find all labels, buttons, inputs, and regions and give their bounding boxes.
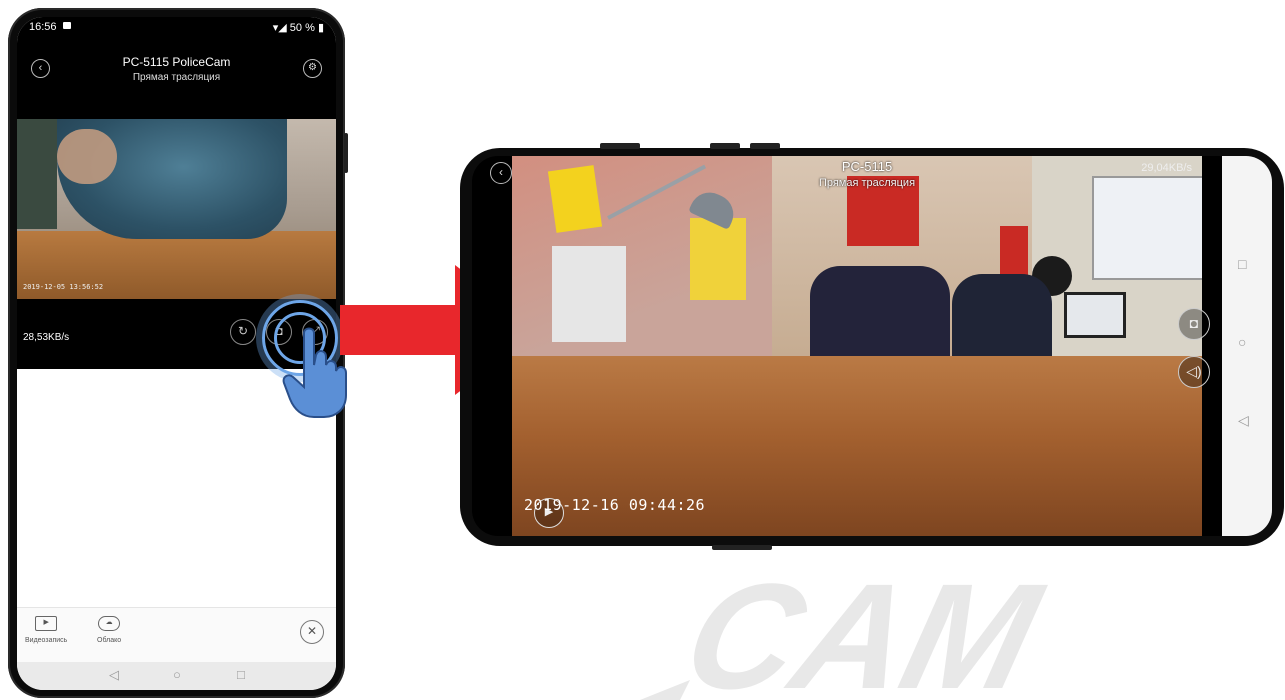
back-button[interactable]: ‹	[490, 162, 512, 184]
camera-title: PC-5115	[841, 159, 893, 174]
live-subtitle: Прямая трасляция	[132, 72, 221, 83]
video-timestamp: 2019-12-16 09:44:26	[524, 496, 706, 514]
record-label: Видеозапись	[25, 637, 68, 644]
record-button[interactable]: ▶ Видеозапись	[25, 616, 67, 644]
live-video[interactable]: 2019-12-05 13:56:52	[17, 119, 336, 299]
cloud-button[interactable]: ☁ Облако	[97, 616, 121, 644]
android-nav-bar: □ ○ ◁	[1222, 156, 1272, 536]
bottom-toolbar: ▶ Видеозапись ☁ Облако ✕	[17, 607, 336, 663]
snapshot-button[interactable]: ◘	[1178, 308, 1210, 340]
battery-icon: ▮	[317, 22, 324, 34]
landscape-screen: ▶ 2019-12-16 09:44:26 ‹ PC-5115 Прямая т…	[472, 156, 1272, 536]
status-bar: 16:56 ▾◢ 50 % ▮	[17, 17, 336, 39]
phone-side-button	[344, 133, 348, 173]
cloud-icon: ☁	[98, 616, 121, 631]
speaker-icon: ◁)	[1186, 363, 1202, 379]
app-header: ‹ PC-5115 PoliceCam Прямая трасляция ⚙	[17, 39, 336, 119]
image-notification-icon	[63, 22, 71, 29]
nav-back-icon[interactable]: ◁	[109, 667, 119, 683]
video-poster	[690, 218, 746, 300]
status-right: ▾◢ 50 % ▮	[273, 21, 324, 34]
landscape-phone: ▶ 2019-12-16 09:44:26 ‹ PC-5115 Прямая т…	[460, 143, 1284, 550]
fullscreen-video[interactable]: ▶ 2019-12-16 09:44:26	[512, 156, 1202, 536]
video-shelf	[17, 119, 57, 229]
close-icon: ✕	[306, 624, 318, 638]
close-button[interactable]: ✕	[300, 620, 324, 644]
wifi-icon: ▾◢	[272, 22, 290, 34]
camera-icon: ◘	[1189, 315, 1199, 331]
phone-top-button	[600, 143, 640, 149]
nav-home-icon[interactable]: ○	[173, 667, 181, 682]
bitrate-label: 28,53KB/s	[23, 332, 70, 343]
nav-recents-icon[interactable]: □	[1238, 256, 1246, 272]
video-printer	[552, 246, 626, 342]
live-subtitle: Прямая трасляция	[818, 177, 916, 189]
android-nav-bar: ◁ ○ □	[17, 662, 336, 690]
nav-back-icon[interactable]: ◁	[1238, 412, 1249, 429]
video-whiteboard	[1092, 176, 1202, 280]
video-poster	[547, 165, 603, 233]
bitrate-label: 29,04KB/s	[1141, 162, 1192, 174]
status-time: 16:56	[29, 21, 57, 33]
video-hand	[57, 129, 117, 184]
phone-bottom-button	[712, 545, 772, 550]
replay-icon: ↻	[237, 324, 249, 338]
brand-watermark: CAM	[640, 560, 1056, 700]
video-chair	[810, 266, 950, 366]
nav-recents-icon[interactable]: □	[237, 667, 245, 682]
nav-home-icon[interactable]: ○	[1238, 334, 1246, 350]
watermark-text: CAM	[670, 560, 1056, 700]
cloud-label: Облако	[97, 637, 122, 644]
sound-button[interactable]: ◁)	[1178, 356, 1210, 388]
video-record-icon: ▶	[35, 616, 58, 631]
camera-title: PC-5115 PoliceCam	[122, 55, 231, 69]
battery-level: 50 %	[289, 22, 315, 34]
settings-button[interactable]: ⚙	[303, 59, 322, 78]
video-chair	[952, 274, 1052, 366]
phone-top-button-2	[710, 143, 740, 149]
video-monitor	[1064, 292, 1126, 338]
replay-button[interactable]: ↻	[230, 319, 256, 345]
phone-top-button-3	[750, 143, 780, 149]
video-timestamp: 2019-12-05 13:56:52	[23, 283, 104, 291]
